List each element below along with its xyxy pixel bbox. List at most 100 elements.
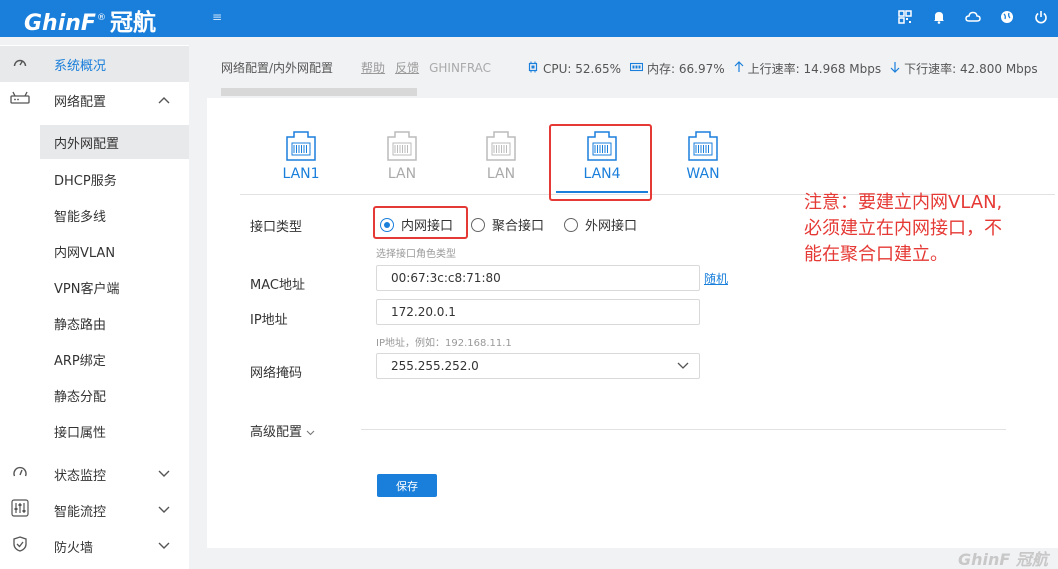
sidebar-subitem-iface-props[interactable]: 接口属性	[40, 414, 189, 448]
port-tab-lan1[interactable]: LAN1	[271, 130, 331, 182]
arrow-down-icon	[890, 61, 900, 76]
sidebar-subitem-label: 静态路由	[54, 317, 107, 333]
ip-input[interactable]: 172.20.0.1	[376, 299, 700, 325]
dashboard-icon	[10, 56, 30, 72]
annotation-note: 注意：要建立内网VLAN, 必须建立在内网接口，不 能在聚合口建立。	[804, 190, 1058, 268]
port-label: LAN1	[282, 166, 320, 182]
chevron-down-icon	[677, 360, 689, 373]
breadcrumb-tab-indicator	[221, 88, 417, 96]
port-tab-lan3[interactable]: LAN	[471, 130, 531, 182]
port-label: WAN	[686, 166, 720, 182]
monitor-icon	[10, 465, 30, 483]
upload-stat: 上行速率: 14.968 Mbps	[734, 60, 882, 77]
port-label: LAN	[486, 166, 516, 182]
sidebar-item-flow-control[interactable]: 智能流控	[0, 492, 189, 528]
sidebar-subitem-lan-wan[interactable]: 内外网配置	[40, 125, 189, 159]
download-stat: 下行速率: 42.800 Mbps	[890, 60, 1038, 77]
upload-value: 上行速率: 14.968 Mbps	[747, 62, 882, 76]
chevron-up-icon	[158, 93, 170, 107]
arrow-up-icon	[734, 61, 744, 76]
advanced-divider	[361, 429, 1006, 430]
chevron-down-icon	[306, 428, 315, 439]
annotation-line: 注意：要建立内网VLAN,	[804, 192, 1003, 213]
sidebar-subitem-vpn[interactable]: VPN客户端	[40, 270, 189, 304]
ethernet-port-icon	[686, 130, 720, 162]
sidebar-subitem-label: 智能多线	[54, 209, 107, 225]
sidebar-subitem-vlan[interactable]: 内网VLAN	[40, 234, 189, 268]
cpu-icon	[527, 61, 539, 76]
system-stats: CPU: 52.65% 内存: 66.97% 上行速率: 14.968 Mbps…	[527, 60, 1047, 77]
qrcode-icon[interactable]	[888, 9, 922, 28]
port-tab-lan2[interactable]: LAN	[372, 130, 432, 182]
bell-icon[interactable]	[922, 10, 956, 28]
logo-cn-text: 冠航	[109, 10, 156, 36]
sidebar-subitem-label: VPN客户端	[54, 281, 120, 297]
chevron-down-icon	[158, 539, 170, 553]
random-mac-link[interactable]: 随机	[704, 270, 728, 287]
annotation-line: 能在聚合口建立。	[804, 244, 948, 265]
sidebar-item-label: 系统概况	[54, 58, 107, 74]
cpu-stat: CPU: 52.65%	[527, 61, 621, 76]
sidebar-item-network[interactable]: 网络配置	[0, 82, 189, 118]
radio-label: 聚合接口	[492, 219, 545, 234]
annotation-line: 必须建立在内网接口，不	[804, 218, 1002, 239]
radio-button[interactable]	[471, 217, 485, 232]
ethernet-port-icon	[385, 130, 419, 162]
sidebar-item-label: 状态监控	[54, 468, 107, 484]
memory-stat: 内存: 66.97%	[629, 60, 725, 77]
top-bar: GhinF ® 冠航 ≡	[0, 0, 1058, 37]
mac-input[interactable]: 00:67:3c:c8:71:80	[376, 265, 700, 291]
globe-icon[interactable]	[990, 10, 1024, 28]
sidebar-subitem-multiline[interactable]: 智能多线	[40, 198, 189, 232]
sidebar-subitem-label: DHCP服务	[54, 173, 117, 189]
save-button[interactable]: 保存	[377, 474, 437, 497]
iface-type-hint: 选择接口角色类型	[376, 249, 456, 260]
sidebar-subitem-label: 接口属性	[54, 425, 107, 441]
menu-toggle-icon[interactable]: ≡	[212, 10, 222, 24]
logo-text: GhinF	[24, 11, 96, 36]
sidebar-subitem-label: 静态分配	[54, 389, 107, 405]
radio-wan-iface[interactable]: 外网接口	[564, 215, 637, 234]
sidebar-subitem-arp[interactable]: ARP绑定	[40, 342, 189, 376]
radio-button[interactable]	[564, 217, 578, 232]
breadcrumb-path: 网络配置/内外网配置	[221, 61, 334, 75]
sidebar-item-monitor[interactable]: 状态监控	[0, 456, 189, 492]
sidebar-item-overview[interactable]: 系统概况	[0, 46, 189, 82]
netmask-value: 255.255.252.0	[391, 359, 479, 373]
help-link[interactable]: 帮助	[361, 59, 385, 76]
netmask-label: 网络掩码	[250, 366, 303, 381]
highlight-box-lan4	[549, 124, 652, 201]
power-icon[interactable]	[1024, 10, 1058, 28]
sidebar-item-label: 网络配置	[54, 94, 107, 110]
ip-hint: IP地址，例如：192.168.11.1	[376, 338, 512, 349]
breadcrumb: 网络配置/内外网配置 帮助 反馈 GHINFRAC	[221, 59, 491, 76]
sidebar-subitem-static-assign[interactable]: 静态分配	[40, 378, 189, 412]
watermark-logo: GhinF 冠航	[958, 550, 1048, 569]
radio-bond-iface[interactable]: 聚合接口	[471, 215, 544, 234]
feedback-link[interactable]: 反馈	[395, 59, 419, 76]
memory-value: 内存: 66.97%	[647, 62, 725, 76]
brand-logo: GhinF ® 冠航	[24, 3, 156, 36]
port-label: LAN	[387, 166, 417, 182]
advanced-toggle[interactable]: 高级配置	[250, 421, 315, 440]
radio-label: 外网接口	[585, 219, 638, 234]
iface-type-label: 接口类型	[250, 220, 303, 235]
sliders-icon	[10, 499, 30, 521]
sidebar-item-firewall[interactable]: 防火墙	[0, 528, 189, 564]
download-value: 下行速率: 42.800 Mbps	[904, 62, 1038, 76]
cpu-value: CPU: 52.65%	[543, 61, 622, 76]
port-tab-wan[interactable]: WAN	[673, 130, 733, 182]
sidebar-subitem-static-route[interactable]: 静态路由	[40, 306, 189, 340]
sidebar-subitem-label: ARP绑定	[54, 353, 106, 369]
sidebar-item-label: 智能流控	[54, 504, 107, 520]
highlight-box-lan-iface	[373, 206, 468, 239]
chevron-down-icon	[158, 467, 170, 481]
ethernet-port-icon	[284, 130, 318, 162]
ip-value: 172.20.0.1	[391, 305, 456, 319]
mac-label: MAC地址	[250, 278, 305, 293]
brand-tag: GHINFRAC	[429, 60, 492, 75]
ip-label: IP地址	[250, 313, 288, 328]
sidebar-subitem-dhcp[interactable]: DHCP服务	[40, 162, 189, 196]
netmask-select[interactable]: 255.255.252.0	[376, 353, 700, 379]
cloud-icon[interactable]	[956, 10, 990, 28]
